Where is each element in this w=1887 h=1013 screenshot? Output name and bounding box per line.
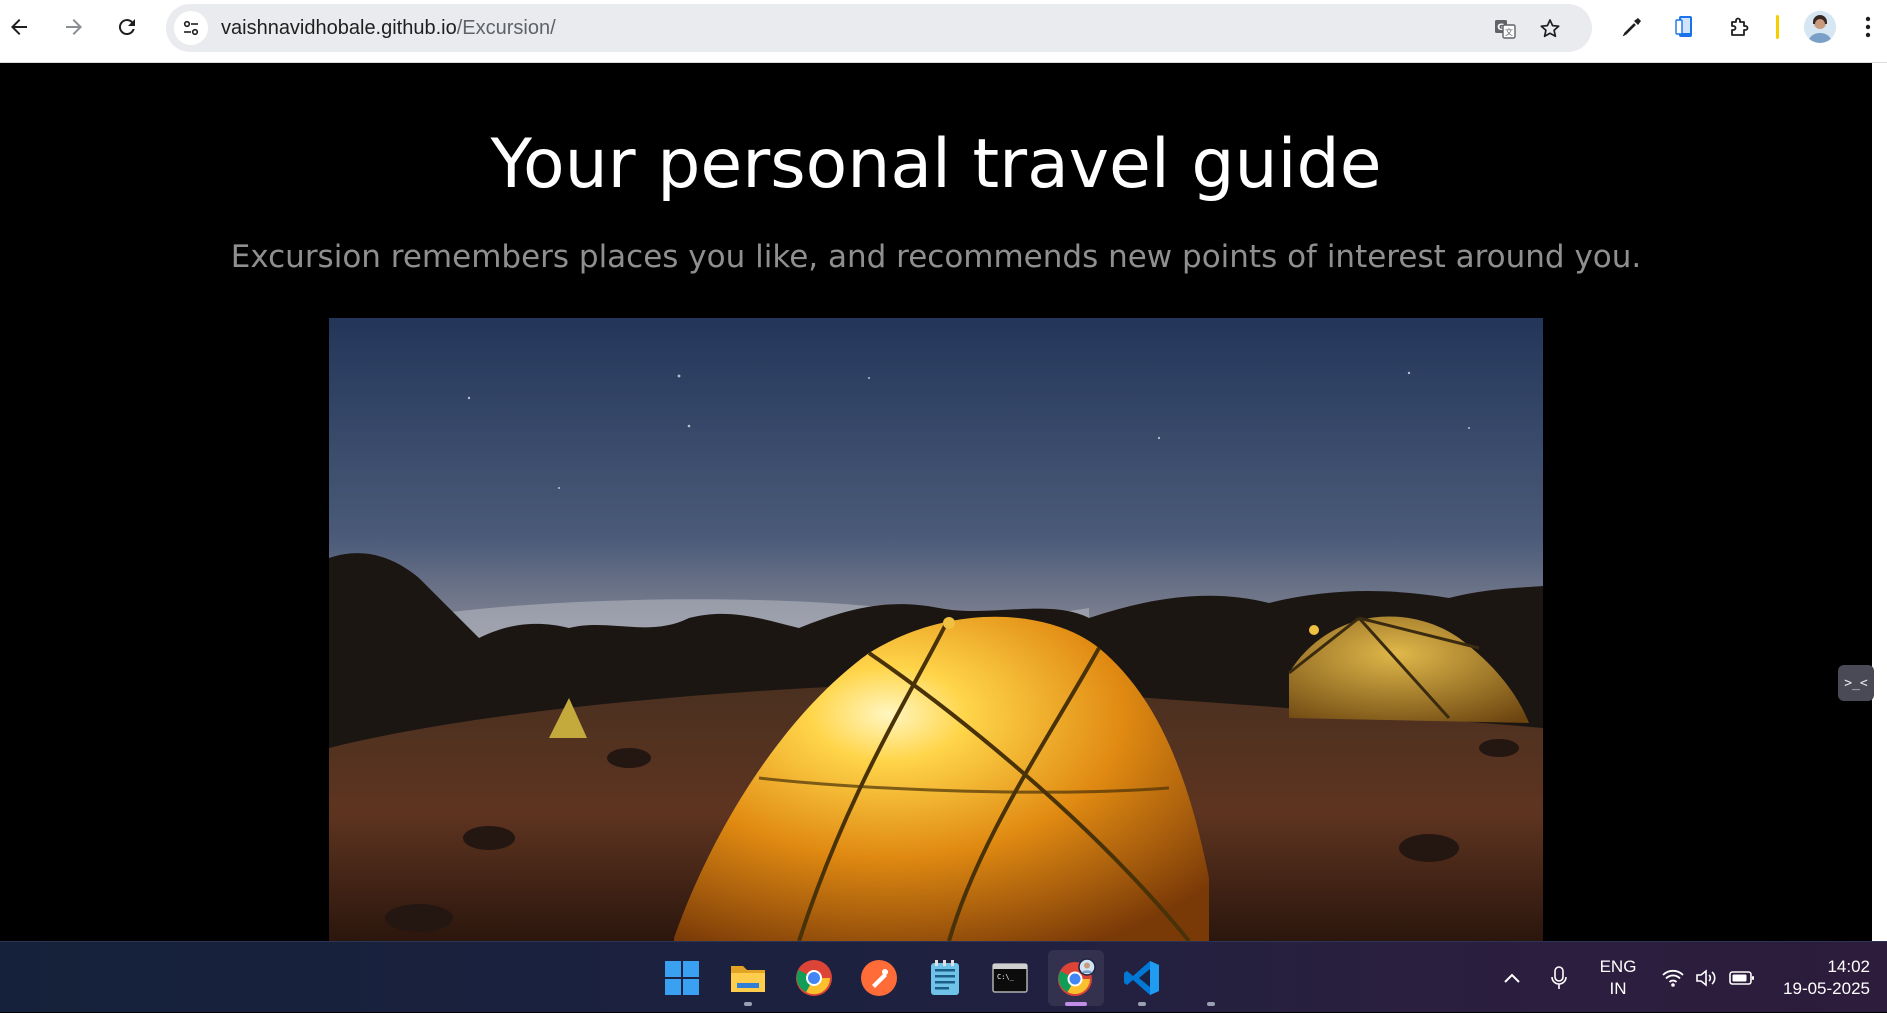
taskbar-overflow-indicator bbox=[1207, 1002, 1215, 1006]
arrow-right-icon bbox=[66, 19, 82, 35]
hero-image bbox=[329, 318, 1543, 941]
tray-overflow-button[interactable] bbox=[1498, 942, 1526, 1013]
taskbar-app-notepad[interactable] bbox=[917, 950, 973, 1006]
browser-toolbar: vaishnavidhobale.github.io/Excursion/ G … bbox=[0, 0, 1887, 63]
chrome-icon bbox=[796, 960, 832, 996]
chrome-profile-icon bbox=[1058, 958, 1096, 996]
battery-icon bbox=[1729, 970, 1754, 985]
postman-icon bbox=[861, 960, 897, 996]
night-camping-tents-photo bbox=[329, 318, 1543, 941]
menu-button[interactable] bbox=[1858, 13, 1878, 41]
back-button[interactable] bbox=[2, 10, 36, 44]
clock-time: 14:02 bbox=[1827, 956, 1870, 976]
reload-icon bbox=[118, 19, 135, 36]
translate-button[interactable]: G 文 bbox=[1492, 16, 1518, 42]
devtools-handle-label: >_< bbox=[1844, 675, 1868, 691]
language-indicator[interactable]: ENG IN bbox=[1592, 942, 1644, 1013]
vscode-icon bbox=[1124, 961, 1159, 995]
speaker-icon bbox=[1696, 968, 1716, 987]
windows-logo-icon bbox=[665, 961, 699, 995]
start-button[interactable] bbox=[654, 950, 710, 1006]
reload-button[interactable] bbox=[110, 10, 144, 44]
quick-settings-button[interactable] bbox=[1658, 942, 1758, 1013]
extensions-button[interactable] bbox=[1725, 13, 1753, 41]
active-indicator bbox=[1065, 1002, 1087, 1006]
site-info-button[interactable] bbox=[174, 11, 208, 45]
running-indicator bbox=[744, 1002, 752, 1006]
svg-text:C:\_: C:\_ bbox=[997, 973, 1015, 981]
bookmark-button[interactable] bbox=[1537, 16, 1563, 42]
eyedropper-button[interactable] bbox=[1618, 13, 1646, 41]
profile-avatar[interactable] bbox=[1804, 11, 1836, 43]
forward-button[interactable] bbox=[57, 10, 91, 44]
page-subtitle: Excursion remembers places you like, and… bbox=[230, 239, 1642, 275]
taskbar-app-terminal[interactable]: C:\_ bbox=[982, 950, 1038, 1006]
avatar-icon bbox=[1804, 11, 1836, 43]
taskbar-app-chrome[interactable] bbox=[786, 950, 842, 1006]
extensions-puzzle-icon bbox=[1731, 17, 1749, 36]
microphone-icon bbox=[1551, 965, 1567, 989]
url-path: /Excursion/ bbox=[456, 17, 556, 39]
toolbar-divider bbox=[1776, 15, 1779, 39]
region-code: IN bbox=[1609, 978, 1627, 998]
running-indicator bbox=[1138, 1002, 1146, 1006]
arrow-left-icon bbox=[11, 19, 27, 35]
site-info-icon bbox=[183, 20, 199, 36]
page-title: Your personal travel guide bbox=[490, 125, 1382, 204]
terminal-icon: C:\_ bbox=[992, 963, 1028, 993]
svg-text:文: 文 bbox=[1505, 27, 1513, 37]
windows-taskbar: C:\_ ENG IN 14:02 19-05-2025 bbox=[0, 941, 1887, 1012]
eyedropper-icon bbox=[1622, 18, 1641, 37]
web-page: Your personal travel guide Excursion rem… bbox=[0, 63, 1887, 941]
url-host: vaishnavidhobale.github.io bbox=[221, 17, 457, 39]
taskbar-app-vscode[interactable] bbox=[1114, 950, 1170, 1006]
address-bar[interactable]: vaishnavidhobale.github.io/Excursion/ G … bbox=[166, 4, 1592, 52]
wifi-icon bbox=[1662, 969, 1684, 987]
clock-date: 19-05-2025 bbox=[1783, 978, 1870, 998]
page-scrollbar[interactable] bbox=[1872, 63, 1887, 941]
folder-icon bbox=[731, 966, 765, 992]
taskbar-app-file-explorer[interactable] bbox=[720, 950, 776, 1006]
chevron-up-icon bbox=[1504, 973, 1520, 983]
phone-screen-button[interactable] bbox=[1671, 13, 1699, 41]
clock[interactable]: 14:02 19-05-2025 bbox=[1772, 942, 1870, 1013]
url-text[interactable]: vaishnavidhobale.github.io/Excursion/ bbox=[221, 4, 556, 52]
translate-icon: G 文 bbox=[1495, 20, 1516, 39]
phone-screen-icon bbox=[1675, 16, 1692, 37]
taskbar-app-postman[interactable] bbox=[851, 950, 907, 1006]
notepad-icon bbox=[931, 960, 959, 995]
microphone-button[interactable] bbox=[1545, 942, 1573, 1013]
menu-kebab-icon bbox=[1865, 16, 1871, 38]
bookmark-star-icon bbox=[1540, 19, 1560, 38]
language-code: ENG bbox=[1599, 956, 1637, 976]
devtools-panel-handle[interactable]: >_< bbox=[1838, 665, 1874, 701]
taskbar-app-chrome-profile[interactable] bbox=[1048, 950, 1104, 1006]
